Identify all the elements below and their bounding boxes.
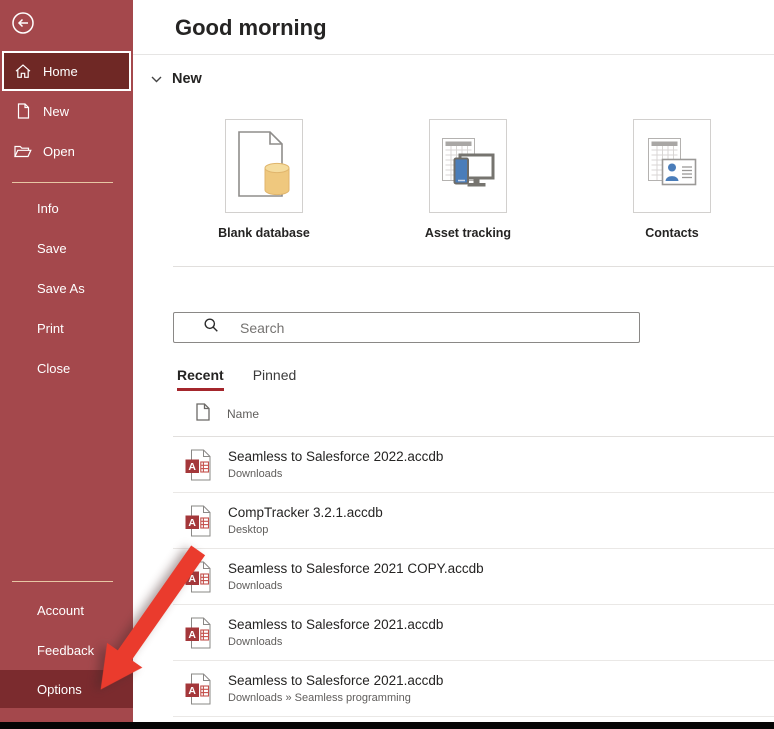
asset-tracking-icon	[440, 136, 496, 197]
svg-text:A: A	[188, 685, 196, 697]
access-file-icon: A	[185, 673, 211, 705]
template-label: Contacts	[645, 226, 698, 240]
search-input[interactable]	[238, 313, 639, 342]
access-file-icon: A	[185, 449, 211, 481]
template-label: Blank database	[218, 226, 310, 240]
recent-pinned-tabs: Recent Pinned	[177, 367, 774, 391]
search-icon	[203, 317, 219, 338]
new-templates-section: New Blank database	[133, 55, 774, 240]
template-asset-tracking[interactable]: Asset tracking	[429, 119, 507, 240]
back-button[interactable]	[11, 11, 35, 35]
recent-files-list: Name A Seamless	[173, 391, 774, 717]
sidebar-item-close[interactable]: Close	[0, 348, 133, 388]
sidebar-item-info[interactable]: Info	[0, 188, 133, 228]
window-bottom-edge	[0, 722, 774, 729]
template-blank-database[interactable]: Blank database	[225, 119, 303, 240]
svg-text:A: A	[188, 461, 196, 473]
document-icon	[196, 403, 210, 424]
sidebar-divider	[12, 182, 113, 183]
file-location: Desktop	[228, 523, 383, 537]
sidebar-item-options[interactable]: Options	[0, 670, 133, 708]
new-section-header[interactable]: New	[151, 69, 774, 88]
chevron-down-icon	[151, 70, 162, 88]
name-column-header: Name	[227, 407, 259, 421]
search-box[interactable]	[173, 312, 640, 343]
backstage-sidebar: Home New Open	[0, 0, 133, 729]
svg-text:A: A	[188, 573, 196, 585]
sidebar-item-new[interactable]: New	[0, 91, 133, 131]
file-name: Seamless to Salesforce 2021.accdb	[228, 673, 443, 689]
open-folder-icon	[14, 144, 32, 158]
home-icon	[14, 63, 32, 79]
file-row[interactable]: A Seamless to Salesforce 2021.accdb Down…	[173, 605, 774, 661]
file-location: Downloads » Seamless programming	[228, 691, 443, 705]
svg-text:A: A	[188, 517, 196, 529]
sidebar-item-label: Open	[43, 144, 75, 159]
tab-pinned[interactable]: Pinned	[253, 367, 297, 391]
sidebar-item-open[interactable]: Open	[0, 131, 133, 171]
file-row[interactable]: A CompTracker 3.2.1.accdb Desktop	[173, 493, 774, 549]
sidebar-item-save-as[interactable]: Save As	[0, 268, 133, 308]
sidebar-divider	[12, 581, 113, 582]
file-name: Seamless to Salesforce 2021.accdb	[228, 617, 443, 633]
sidebar-item-label: New	[43, 104, 69, 119]
file-location: Downloads	[228, 467, 443, 481]
access-file-icon: A	[185, 505, 211, 537]
backstage-home-panel: Good morning New	[133, 0, 774, 729]
sidebar-item-feedback[interactable]: Feedback	[0, 630, 133, 670]
new-document-icon	[14, 103, 32, 119]
file-row[interactable]: A Seamless to Salesforce 2021 COPY.accdb…	[173, 549, 774, 605]
back-arrow-icon	[11, 23, 35, 38]
file-name: CompTracker 3.2.1.accdb	[228, 505, 383, 521]
greeting-title: Good morning	[133, 0, 774, 41]
sidebar-item-print[interactable]: Print	[0, 308, 133, 348]
access-file-icon: A	[185, 617, 211, 649]
section-divider	[173, 266, 774, 267]
sidebar-item-home[interactable]: Home	[2, 51, 131, 91]
file-name: Seamless to Salesforce 2022.accdb	[228, 449, 443, 465]
template-label: Asset tracking	[425, 226, 511, 240]
tab-recent[interactable]: Recent	[177, 367, 224, 391]
file-name: Seamless to Salesforce 2021 COPY.accdb	[228, 561, 484, 577]
file-row[interactable]: A Seamless to Salesforce 2022.accdb Down…	[173, 437, 774, 493]
sidebar-item-label: Home	[43, 64, 78, 79]
blank-database-icon	[235, 130, 293, 203]
access-file-icon: A	[185, 561, 211, 593]
template-contacts[interactable]: Contacts	[633, 119, 711, 240]
svg-text:A: A	[188, 629, 196, 641]
file-row[interactable]: A Seamless to Salesforce 2021.accdb Down…	[173, 661, 774, 717]
contacts-icon	[644, 136, 700, 197]
sidebar-item-account[interactable]: Account	[0, 590, 133, 630]
list-header: Name	[173, 391, 774, 437]
file-location: Downloads	[228, 635, 443, 649]
file-location: Downloads	[228, 579, 484, 593]
access-backstage-window: Home New Open	[0, 0, 774, 729]
sidebar-item-save[interactable]: Save	[0, 228, 133, 268]
